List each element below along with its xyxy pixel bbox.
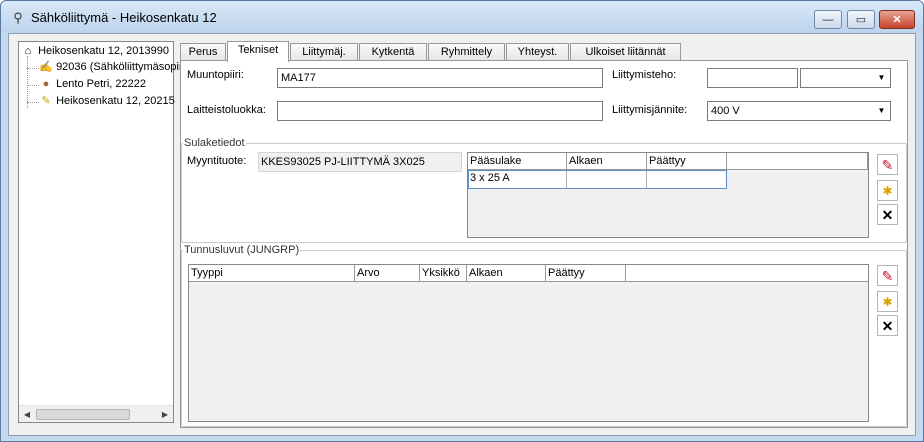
muuntopiiri-field[interactable]: MA177 — [277, 68, 603, 88]
column-header[interactable]: Tyyppi — [189, 265, 355, 282]
delete-button[interactable]: ✕ — [877, 204, 898, 225]
tab-ulkoiset-liitannat[interactable]: Ulkoiset liitännät — [570, 43, 681, 61]
tree-item-label: Lento Petri, 22222 — [56, 78, 146, 90]
column-header[interactable]: Alkaen — [467, 265, 546, 282]
liittymisjannite-label: Liittymisjännite: — [612, 104, 688, 116]
person-icon: ● — [42, 78, 50, 91]
add-button[interactable]: ✱ — [877, 180, 898, 201]
column-header[interactable]: Päättyy — [647, 153, 727, 170]
tree-item-customer[interactable]: ● Lento Petri, 22222 — [39, 76, 146, 93]
group-title: Sulaketiedot — [183, 136, 246, 150]
tab-yhteyst[interactable]: Yhteyst. — [506, 43, 569, 61]
edit-button[interactable]: ✎ — [877, 154, 898, 175]
tab-perus[interactable]: Perus — [180, 43, 226, 61]
liittymisjannite-select[interactable]: 400 V ▼ — [707, 101, 891, 121]
column-header-filler — [727, 153, 868, 170]
pencil-icon: ✎ — [881, 267, 894, 284]
scroll-left-icon[interactable]: ◀ — [21, 409, 33, 420]
application-window: ⚲ Sähköliittymä - Heikosenkatu 12 — ▭ ✕ … — [0, 0, 924, 442]
tab-tekniset[interactable]: Tekniset — [227, 41, 289, 62]
scroll-right-icon[interactable]: ▶ — [159, 409, 171, 420]
house-icon: ⌂ — [24, 45, 32, 58]
new-item-icon: ✱ — [882, 183, 893, 198]
myyntituote-label: Myyntituote: — [187, 155, 247, 167]
group-title: Tunnusluvut (JUNGRP) — [183, 243, 301, 257]
chevron-down-icon[interactable]: ▼ — [874, 103, 889, 119]
liittymisteho-field[interactable] — [707, 68, 798, 88]
edit-button[interactable]: ✎ — [877, 265, 898, 286]
laitteistoluokka-field[interactable] — [277, 101, 603, 121]
minimize-icon: — — [822, 13, 834, 26]
tab-strip: Perus Tekniset Liittymäj. Kytkentä Ryhmi… — [180, 41, 908, 62]
window-client: ⌂ Heikosenkatu 12, 2013990 ✍ 92036 (Sähk… — [8, 33, 916, 436]
minimize-button[interactable]: — — [814, 10, 842, 29]
column-header[interactable]: Arvo — [355, 265, 420, 282]
title-bar[interactable]: ⚲ Sähköliittymä - Heikosenkatu 12 — ▭ ✕ — [1, 1, 923, 33]
tree-view[interactable]: ⌂ Heikosenkatu 12, 2013990 ✍ 92036 (Sähk… — [18, 41, 200, 423]
window-title: Sähköliittymä - Heikosenkatu 12 — [31, 10, 217, 25]
tree-item-label: 92036 (Sähköliittymäsopimus — [56, 61, 200, 73]
row-focus — [468, 170, 727, 189]
tree-item-address[interactable]: ✎ Heikosenkatu 12, 20215 — [39, 93, 175, 110]
tree-item-contract[interactable]: ✍ 92036 (Sähköliittymäsopimus — [39, 59, 200, 76]
liittymisteho-unit-select[interactable]: ▼ — [800, 68, 891, 88]
tunnusluvut-grid[interactable]: Tyyppi Arvo Yksikkö Alkaen Päättyy — [188, 264, 869, 422]
voltage-value: 400 V — [711, 105, 740, 117]
tree-item-label: Heikosenkatu 12, 20215 — [56, 95, 175, 107]
document-pen-icon: ✍ — [39, 61, 53, 74]
delete-icon: ✕ — [881, 206, 894, 223]
maximize-button[interactable]: ▭ — [847, 10, 875, 29]
tunnusluvut-group: Tunnusluvut (JUNGRP) Tyyppi Arvo Yksikkö… — [181, 243, 907, 427]
muuntopiiri-label: Muuntopiiri: — [187, 69, 244, 81]
chevron-down-icon[interactable]: ▼ — [874, 70, 889, 86]
laitteistoluokka-label: Laitteistoluokka: — [187, 104, 266, 116]
maximize-icon: ▭ — [855, 14, 867, 26]
delete-button[interactable]: ✕ — [877, 315, 898, 336]
horizontal-scrollbar[interactable]: ◀ ▶ — [19, 405, 173, 422]
new-item-icon: ✱ — [882, 294, 893, 309]
tab-liittymaj[interactable]: Liittymäj. — [290, 43, 358, 61]
myyntituote-field: KKES93025 PJ-LIITTYMÄ 3X025 — [258, 152, 462, 172]
scroll-thumb[interactable] — [36, 409, 130, 420]
column-header[interactable]: Alkaen — [567, 153, 647, 170]
pencil-icon: ✎ — [881, 156, 894, 173]
tab-panel-tekniset: Muuntopiiri: MA177 Laitteistoluokka: Lii… — [180, 60, 908, 428]
sulake-grid[interactable]: Pääsulake Alkaen Päättyy 3 x 25 A — [467, 152, 869, 238]
column-header-filler — [626, 265, 868, 282]
close-button[interactable]: ✕ — [879, 10, 915, 29]
tab-kytkenta[interactable]: Kytkentä — [359, 43, 427, 61]
close-icon: ✕ — [892, 14, 902, 26]
delete-icon: ✕ — [881, 317, 894, 334]
add-button[interactable]: ✱ — [877, 291, 898, 312]
plug-icon: ⚲ — [13, 10, 23, 25]
tree-item-root[interactable]: ⌂ Heikosenkatu 12, 2013990 — [21, 43, 169, 60]
tree-item-label: Heikosenkatu 12, 2013990 — [38, 45, 169, 57]
tab-ryhmittely[interactable]: Ryhmittely — [428, 43, 505, 61]
liittymisteho-label: Liittymisteho: — [612, 69, 677, 81]
column-header[interactable]: Pääsulake — [468, 153, 567, 170]
column-header[interactable]: Päättyy — [546, 265, 626, 282]
column-header[interactable]: Yksikkö — [420, 265, 467, 282]
note-pen-icon: ✎ — [41, 95, 51, 108]
sulaketiedot-group: Sulaketiedot Myyntituote: KKES93025 PJ-L… — [181, 136, 907, 243]
